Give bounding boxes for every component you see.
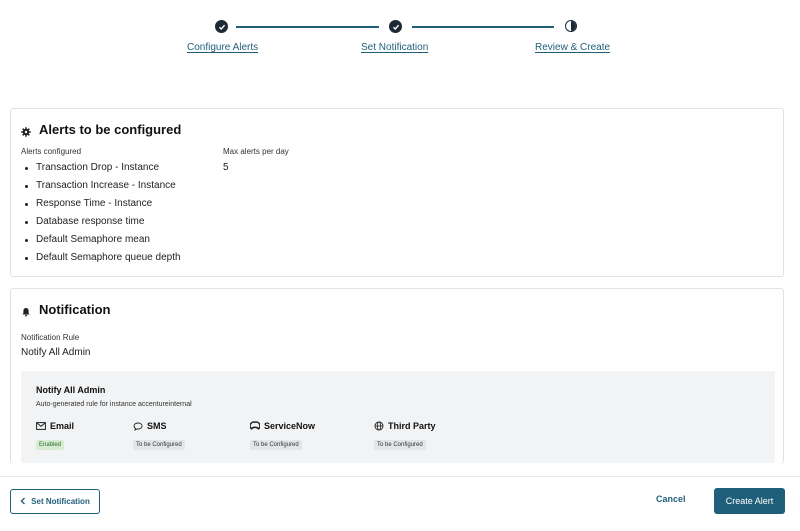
notification-panel: Notification Notification Rule Notify Al… [10,288,784,464]
channel-sms: SMS To be Configured [133,421,185,451]
step-3-half-circle-icon [565,20,577,32]
list-item: Transaction Increase - Instance [21,177,181,195]
status-badge: To be Configured [133,440,185,450]
notification-panel-header: Notification [21,302,111,317]
step-2-check-icon [389,20,402,33]
list-item: Database response time [21,213,181,231]
progress-stepper: Configure Alerts Set Notification Review… [0,0,800,70]
rule-summary-card: Notify All Admin Auto-generated rule for… [21,371,775,463]
globe-icon [374,421,384,431]
channel-email: Email Enabled [36,421,74,451]
status-badge: Enabled [36,440,65,450]
alerts-panel: Alerts to be configured Alerts configure… [10,108,784,277]
channel-name: ServiceNow [264,421,316,431]
alerts-list: Transaction Drop - Instance Transaction … [21,159,181,267]
alerts-configured-label: Alerts configured [21,147,82,156]
chat-bubble-icon [133,422,143,431]
back-to-set-notification-button[interactable]: Set Notification [10,489,100,514]
max-alerts-value: 5 [223,162,229,173]
step-set-notification[interactable]: Set Notification [361,42,428,53]
notification-rule-label: Notification Rule [21,333,80,342]
channel-name: Third Party [388,421,436,431]
create-alert-button[interactable]: Create Alert [714,488,785,514]
rule-card-title: Notify All Admin [36,385,106,395]
channel-servicenow: ServiceNow To be Configured [250,421,315,451]
channel-name: Email [50,421,75,431]
list-item: Transaction Drop - Instance [21,159,181,177]
step-configure-alerts[interactable]: Configure Alerts [187,42,258,53]
list-item: Default Semaphore queue depth [21,249,181,267]
back-button-label: Set Notification [31,497,90,506]
max-alerts-label: Max alerts per day [223,147,289,156]
gear-icon [21,125,31,137]
channel-third-party: Third Party To be Configured [374,421,436,451]
bell-icon [21,305,31,316]
step-1-check-icon [215,20,228,33]
step-connector [412,26,554,28]
channel-name: SMS [147,421,167,431]
step-connector [236,26,379,28]
notification-panel-title: Notification [39,302,111,317]
chevron-left-icon [20,497,26,507]
mail-icon [36,422,46,430]
list-item: Default Semaphore mean [21,231,181,249]
status-badge: To be Configured [250,440,302,450]
status-badge: To be Configured [374,440,426,450]
footer-divider [0,476,800,477]
step-review-create[interactable]: Review & Create [535,42,610,53]
cancel-button[interactable]: Cancel [656,494,686,504]
rule-card-subtitle: Auto-generated rule for instance accentu… [36,401,192,408]
notification-rule-value: Notify All Admin [21,347,91,358]
alerts-panel-header: Alerts to be configured [21,122,181,137]
create-button-label: Create Alert [725,496,774,506]
servicenow-icon [250,421,260,431]
list-item: Response Time - Instance [21,195,181,213]
alerts-panel-title: Alerts to be configured [39,122,182,137]
